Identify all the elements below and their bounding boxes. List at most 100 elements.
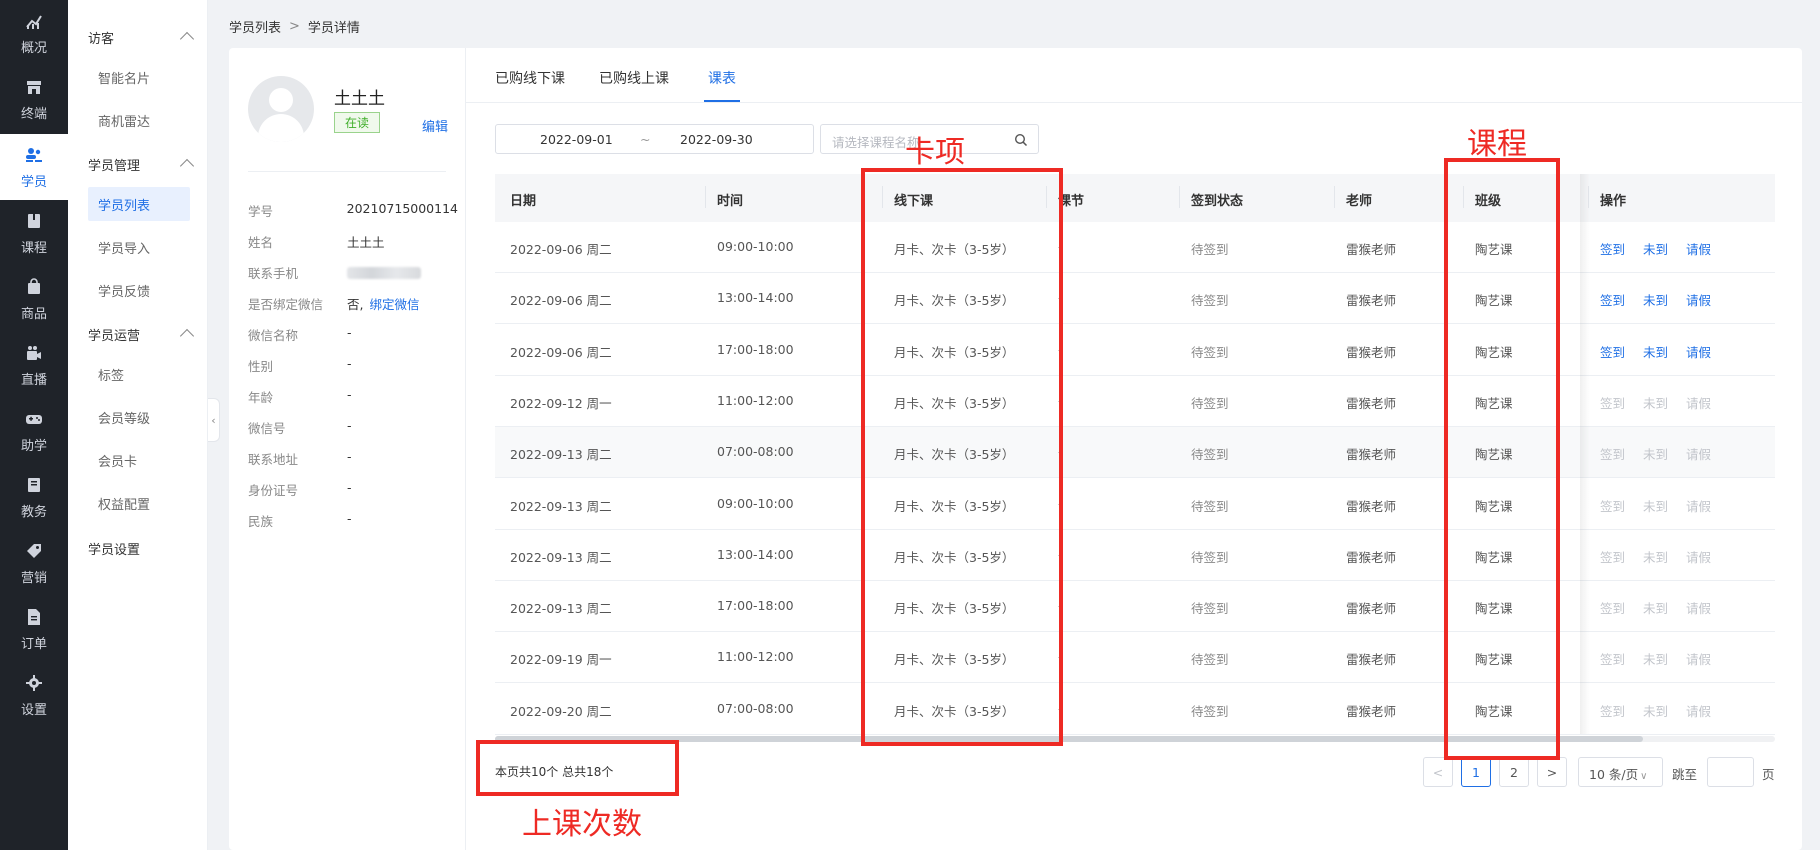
- leave-button[interactable]: 请假: [1686, 239, 1711, 258]
- leave-button[interactable]: 请假: [1686, 547, 1711, 566]
- leave-button[interactable]: 请假: [1686, 701, 1711, 720]
- leave-button[interactable]: 请假: [1686, 342, 1711, 361]
- date-range-picker[interactable]: 2022-09-01 ~ 2022-09-30: [495, 124, 814, 154]
- date-range-separator: ~: [640, 132, 651, 147]
- absent-button[interactable]: 未到: [1643, 496, 1668, 515]
- rail-item-label: 终端: [20, 106, 47, 122]
- absent-button[interactable]: 未到: [1643, 393, 1668, 412]
- cell-time: 07:00-08:00: [717, 444, 794, 460]
- column-header-7: 操作: [1600, 194, 1627, 209]
- profile-field-key: 微信号: [248, 421, 286, 436]
- leave-button[interactable]: 请假: [1686, 649, 1711, 668]
- date-end[interactable]: 2022-09-30: [680, 132, 753, 147]
- absent-button[interactable]: 未到: [1643, 598, 1668, 617]
- cell-date: 2022-09-19 周一: [510, 652, 612, 668]
- subnav-item-1-0[interactable]: 学员列表: [88, 187, 190, 221]
- absent-button[interactable]: 未到: [1643, 649, 1668, 668]
- leave-button[interactable]: 请假: [1686, 290, 1711, 309]
- subnav-group-1[interactable]: 学员管理: [88, 147, 198, 181]
- breadcrumb-root-link[interactable]: 学员列表: [229, 17, 281, 36]
- checkin-button[interactable]: 签到: [1600, 547, 1625, 566]
- page-button-1[interactable]: 1: [1461, 757, 1491, 787]
- subnav-item-1-2[interactable]: 学员反馈: [88, 273, 190, 307]
- tabs-divider: [466, 102, 1802, 103]
- checkin-button[interactable]: 签到: [1600, 290, 1625, 309]
- absent-button[interactable]: 未到: [1643, 239, 1668, 258]
- rail-item-1[interactable]: 终端: [0, 66, 68, 132]
- prev-page-button[interactable]: <: [1423, 757, 1453, 787]
- tab-schedule[interactable]: 课表: [708, 68, 736, 88]
- rail-item-4[interactable]: 商品: [0, 266, 68, 332]
- rail-item-8[interactable]: 营销: [0, 530, 68, 596]
- cell-time: 09:00-10:00: [717, 239, 794, 254]
- checkin-button[interactable]: 签到: [1600, 649, 1625, 668]
- checkin-button[interactable]: 签到: [1600, 342, 1625, 361]
- rail-item-label: 直播: [20, 372, 47, 388]
- absent-button[interactable]: 未到: [1643, 290, 1668, 309]
- search-icon[interactable]: [1014, 133, 1028, 147]
- edit-link[interactable]: 编辑: [422, 116, 448, 135]
- sidebar-collapse-toggle[interactable]: ‹: [208, 398, 220, 442]
- leave-button[interactable]: 请假: [1686, 598, 1711, 617]
- rail-item-2[interactable]: 学员: [0, 134, 68, 200]
- cell-time: 11:00-12:00: [717, 392, 794, 408]
- tab-online-courses[interactable]: 已购线上课: [599, 68, 669, 88]
- jump-page-input[interactable]: [1707, 757, 1754, 787]
- rail-item-label: 概况: [20, 40, 47, 56]
- checkin-button[interactable]: 签到: [1600, 701, 1625, 720]
- rail-item-7[interactable]: 教务: [0, 464, 68, 530]
- subnav-item-2-2[interactable]: 会员卡: [88, 443, 190, 477]
- cell-date: 2022-09-13 周二: [510, 447, 612, 463]
- checkin-button[interactable]: 签到: [1600, 239, 1625, 258]
- cell-teacher: 雷猴老师: [1346, 242, 1397, 257]
- bind-wechat-link[interactable]: 绑定微信: [369, 297, 419, 312]
- rail-item-10[interactable]: 设置: [0, 662, 68, 728]
- leave-button[interactable]: 请假: [1686, 444, 1711, 463]
- subnav-group-0[interactable]: 访客: [88, 20, 198, 54]
- cell-status: 待签到: [1191, 703, 1229, 719]
- profile-field-key: 是否绑定微信: [248, 297, 324, 312]
- subnav-item-2-0[interactable]: 标签: [88, 357, 190, 391]
- absent-button[interactable]: 未到: [1643, 701, 1668, 720]
- subnav-item-0-1[interactable]: 商机雷达: [88, 103, 190, 137]
- subnav-item-2-3[interactable]: 权益配置: [88, 486, 190, 520]
- profile-field-value-text: -: [347, 356, 352, 371]
- tab-offline-courses[interactable]: 已购线下课: [495, 68, 565, 88]
- cell-time: 17:00-18:00: [717, 598, 794, 614]
- cell-date: 2022-09-12 周一: [510, 395, 612, 411]
- subnav-group-2[interactable]: 学员运营: [88, 317, 198, 351]
- subnav-item-1-1[interactable]: 学员导入: [88, 230, 190, 264]
- rail-item-0[interactable]: 概况: [0, 0, 68, 66]
- subnav-item-2-1[interactable]: 会员等级: [88, 400, 190, 434]
- cell-status: 待签到: [1191, 498, 1229, 514]
- date-start[interactable]: 2022-09-01: [540, 132, 613, 147]
- page-size-select[interactable]: 10 条/页 ∨: [1578, 757, 1663, 787]
- rail-item-6[interactable]: 助学: [0, 398, 68, 464]
- cell-teacher: 雷猴老师: [1346, 447, 1397, 463]
- status-badge: 在读: [334, 112, 381, 133]
- checkin-button[interactable]: 签到: [1600, 393, 1625, 412]
- checkin-button[interactable]: 签到: [1600, 496, 1625, 515]
- absent-button[interactable]: 未到: [1643, 444, 1668, 463]
- cell-teacher: 雷猴老师: [1346, 549, 1397, 565]
- leave-button[interactable]: 请假: [1686, 496, 1711, 515]
- subnav-item-0-0[interactable]: 智能名片: [88, 60, 190, 94]
- page-button-2[interactable]: 2: [1499, 757, 1529, 787]
- absent-button[interactable]: 未到: [1643, 342, 1668, 361]
- rail-item-5[interactable]: 直播: [0, 332, 68, 398]
- profile-field-row: 学号 20210715000114: [248, 201, 458, 223]
- checkin-button[interactable]: 签到: [1600, 444, 1625, 463]
- cell-teacher: 雷猴老师: [1346, 344, 1397, 360]
- rail-item-9[interactable]: 订单: [0, 596, 68, 662]
- subnav-group-3[interactable]: 学员设置: [88, 531, 198, 565]
- profile-field-key: 民族: [248, 514, 274, 529]
- profile-field-value: [347, 263, 421, 285]
- chart-trend-icon: [24, 11, 44, 31]
- horizontal-scrollbar[interactable]: [495, 736, 1775, 742]
- next-page-button[interactable]: >: [1537, 757, 1567, 787]
- leave-button[interactable]: 请假: [1686, 393, 1711, 412]
- absent-button[interactable]: 未到: [1643, 547, 1668, 566]
- rail-item-3[interactable]: 课程: [0, 200, 68, 266]
- checkin-button[interactable]: 签到: [1600, 598, 1625, 617]
- users-icon: [24, 145, 44, 165]
